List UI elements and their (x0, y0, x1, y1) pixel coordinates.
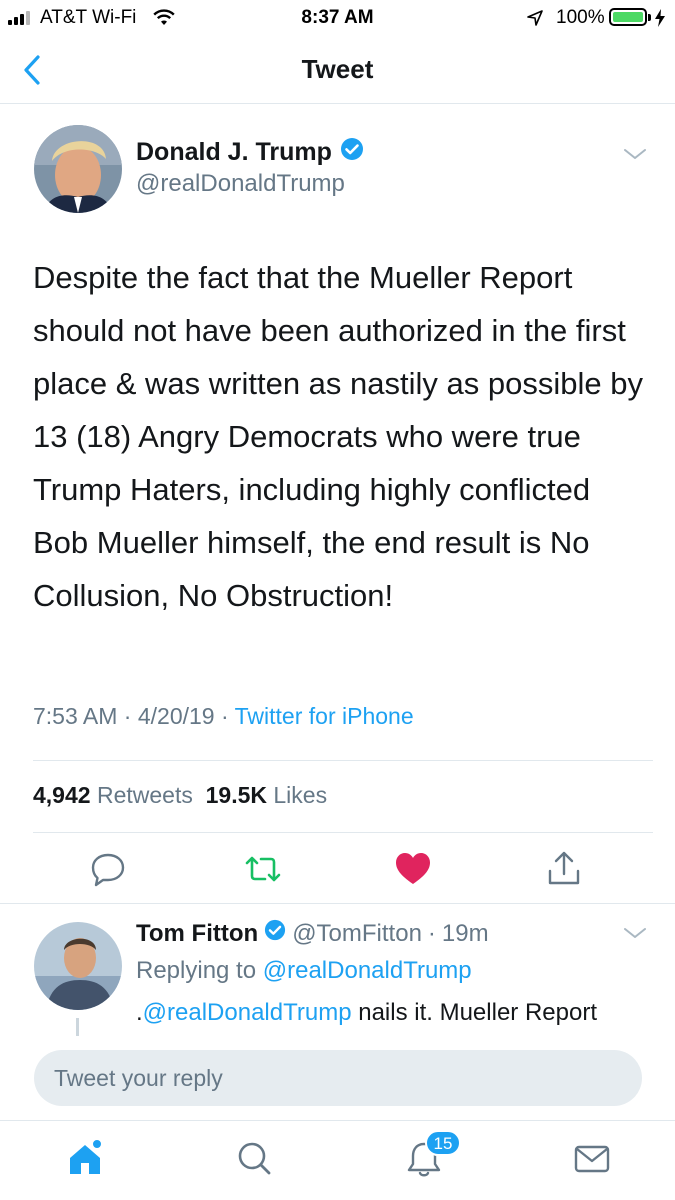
like-button[interactable] (393, 849, 433, 889)
reply-author-avatar[interactable] (34, 922, 122, 1010)
author-handle[interactable]: @realDonaldTrump (136, 170, 345, 198)
page-title: Tweet (301, 54, 374, 84)
verified-badge-icon (340, 137, 364, 168)
reply-separator: · (427, 919, 436, 947)
reply-text-prefix: . (136, 999, 143, 1026)
replying-to-link[interactable]: @realDonaldTrump (263, 957, 472, 984)
divider (33, 832, 653, 833)
search-icon (234, 1142, 276, 1184)
author-name[interactable]: Donald J. Trump (136, 137, 364, 168)
tweet-meta: 7:53 AM · 4/20/19 · Twitter for iPhone (33, 703, 414, 730)
chevron-down-icon[interactable] (622, 146, 648, 167)
tab-home[interactable] (66, 1138, 106, 1180)
tweet-source-link[interactable]: Twitter for iPhone (235, 703, 414, 729)
likes-count[interactable]: 19.5K Likes (206, 782, 327, 808)
reply-button[interactable] (88, 849, 128, 889)
meta-separator-2: · (220, 703, 229, 729)
chevron-down-icon[interactable] (622, 925, 648, 946)
share-button[interactable] (544, 849, 584, 889)
tweet-text: Despite the fact that the Mueller Report… (33, 260, 643, 613)
status-bar: AT&T Wi-Fi 8:37 AM 100% (0, 0, 675, 36)
likes-number: 19.5K (205, 782, 267, 808)
notifications-badge: 15 (425, 1130, 461, 1156)
tweet-time: 7:53 AM (33, 703, 118, 729)
reply-text-rest: nails it. Mueller Report (351, 999, 597, 1026)
battery-nub (648, 14, 651, 21)
tweet-date: 4/20/19 (137, 703, 215, 729)
retweet-icon (243, 856, 283, 893)
replying-to-label: Replying to (136, 957, 257, 984)
reply-input[interactable] (34, 1050, 642, 1106)
nav-bar: Tweet (0, 36, 675, 104)
retweets-label: Retweets (96, 782, 193, 808)
share-icon (544, 851, 584, 893)
replying-to: Replying to @realDonaldTrump (136, 957, 472, 985)
author-name-text: Donald J. Trump (136, 138, 332, 166)
divider (33, 760, 653, 761)
charging-bolt-icon (654, 9, 666, 33)
reply-mention-link[interactable]: @realDonaldTrump (143, 999, 352, 1026)
verified-badge-icon (264, 919, 286, 948)
tab-messages[interactable] (571, 1138, 611, 1180)
messages-envelope-icon (571, 1145, 613, 1184)
reply-text: .@realDonaldTrump nails it. Mueller Repo… (136, 996, 656, 1036)
reply-header: Tom Fitton @TomFitton · 19m (136, 919, 489, 948)
retweets-number: 4,942 (33, 782, 91, 808)
notifications-bell-icon (403, 1142, 445, 1184)
battery-icon (609, 8, 647, 26)
meta-separator: · (123, 703, 132, 729)
retweet-button[interactable] (243, 849, 283, 889)
thread-line (76, 1018, 79, 1038)
author-avatar[interactable] (34, 125, 122, 213)
location-arrow-icon (526, 9, 544, 33)
reply-author-handle[interactable]: @TomFitton (292, 920, 422, 948)
retweets-count[interactable]: 4,942 Retweets (33, 782, 193, 808)
reply-icon (88, 853, 128, 893)
battery-percent: 100% (556, 7, 605, 28)
likes-label: Likes (273, 782, 328, 808)
divider (0, 903, 675, 904)
tab-search[interactable] (234, 1138, 274, 1180)
home-icon (66, 1138, 108, 1184)
reply-age: 19m (441, 919, 489, 947)
reply-author-name[interactable]: Tom Fitton (136, 920, 258, 948)
heart-icon (393, 853, 433, 893)
engagement-counts: 4,942 Retweets 19.5K Likes (33, 782, 327, 809)
